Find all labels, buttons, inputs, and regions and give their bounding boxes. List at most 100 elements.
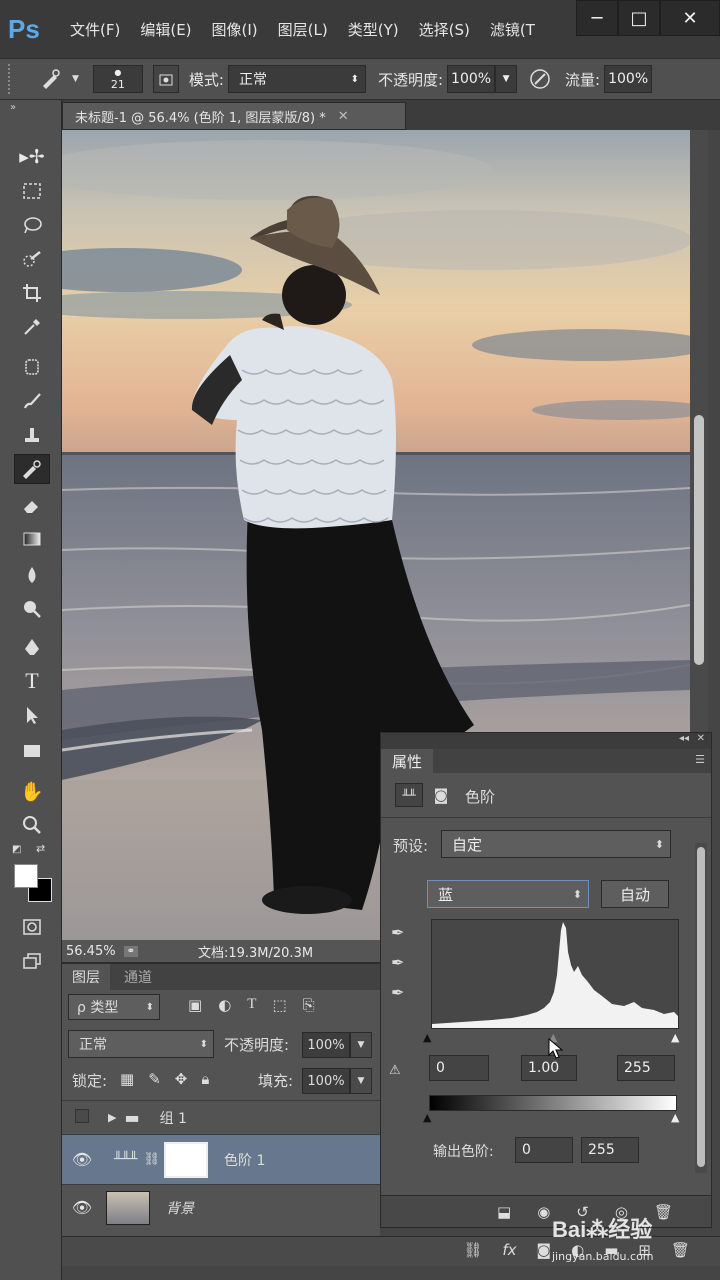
rectangle-tool-icon[interactable] <box>14 736 50 766</box>
blend-mode-select[interactable]: 正常 ⬍ <box>68 1030 214 1058</box>
grip-handle[interactable] <box>8 64 14 94</box>
menu-edit[interactable]: 编辑(E) <box>140 19 191 40</box>
filter-adjustment-icon[interactable]: ◐ <box>218 996 231 1014</box>
screen-mode-icon[interactable] <box>14 946 50 976</box>
quick-select-tool-icon[interactable] <box>14 244 50 274</box>
opacity-dropdown-icon[interactable]: ▼ <box>495 65 518 93</box>
menu-file[interactable]: 文件(F) <box>70 19 120 40</box>
channel-select[interactable]: 蓝 ⬍ <box>427 880 589 908</box>
panel-menu-icon[interactable]: ☰ <box>695 753 705 766</box>
output-black-slider[interactable]: ▲ <box>423 1111 431 1124</box>
close-tab-icon[interactable]: ✕ <box>338 109 349 124</box>
pen-tool-icon[interactable] <box>14 632 50 662</box>
spot-healing-tool-icon[interactable] <box>34 65 68 93</box>
panel-scrollbar-thumb[interactable] <box>697 847 705 1167</box>
preset-select[interactable]: 自定 ⬍ <box>441 830 671 858</box>
black-point-eyedropper-icon[interactable]: ✒ <box>391 923 404 942</box>
marquee-tool-icon[interactable] <box>14 176 50 206</box>
type-tool-icon[interactable]: T <box>14 666 50 696</box>
layer-filter-select[interactable]: ρ 类型 ⬍ <box>68 994 160 1020</box>
healing-brush-tool-icon[interactable] <box>14 352 50 382</box>
output-black-field[interactable]: 0 <box>515 1137 573 1163</box>
visibility-off-box[interactable] <box>62 1108 102 1127</box>
delete-icon[interactable]: 🗑︎ <box>654 1203 673 1221</box>
delete-layer-icon[interactable]: 🗑︎ <box>671 1241 690 1259</box>
panel-scrollbar[interactable] <box>695 843 707 1173</box>
swap-colors-icon[interactable]: ⇄ <box>36 842 45 855</box>
layer-name[interactable]: 组 1 <box>160 1108 187 1128</box>
close-panel-icon[interactable]: ✕ <box>697 733 705 744</box>
opacity-dropdown-icon[interactable]: ▼ <box>350 1032 372 1058</box>
preset-dropdown-arrow[interactable]: ▼ <box>72 74 79 84</box>
lock-transparent-icon[interactable]: ▦ <box>120 1070 134 1088</box>
filter-type-icon[interactable]: T <box>247 996 256 1014</box>
eye-icon[interactable]: 👁︎ <box>62 1150 102 1169</box>
levels-adjustment-icon[interactable]: ╨╨ <box>395 783 423 807</box>
output-white-field[interactable]: 255 <box>581 1137 639 1163</box>
spot-healing-brush-tool-icon[interactable] <box>14 454 50 484</box>
layer-style-icon[interactable]: fx <box>502 1241 516 1259</box>
white-point-eyedropper-icon[interactable]: ✒ <box>391 983 404 1002</box>
layer-row-background[interactable]: 👁︎ 背景 <box>62 1184 380 1230</box>
layer-mask-thumbnail[interactable] <box>164 1141 208 1178</box>
auto-button[interactable]: 自动 <box>601 880 669 908</box>
layer-name[interactable]: 色阶 1 <box>224 1150 265 1170</box>
layer-row-group[interactable]: ▶ ▬ 组 1 <box>62 1100 380 1134</box>
tab-layers[interactable]: 图层 <box>62 964 110 990</box>
menu-type[interactable]: 类型(Y) <box>348 19 399 40</box>
gray-point-eyedropper-icon[interactable]: ✒ <box>391 953 404 972</box>
foreground-color-swatch[interactable] <box>14 864 38 888</box>
mask-icon[interactable]: ◙ <box>429 783 453 807</box>
close-button[interactable]: ✕ <box>660 0 720 36</box>
filter-smartobject-icon[interactable]: ⎘ <box>303 996 315 1014</box>
document-tab[interactable]: 未标题-1 @ 56.4% (色阶 1, 图层蒙版/8) * ✕ <box>62 102 406 130</box>
clone-stamp-tool-icon[interactable] <box>14 420 50 450</box>
blur-tool-icon[interactable] <box>14 560 50 590</box>
input-white-slider[interactable]: ▲ <box>671 1031 679 1044</box>
menu-filter[interactable]: 滤镜(T <box>490 19 535 40</box>
gradient-tool-icon[interactable] <box>14 524 50 554</box>
scrollbar-thumb[interactable] <box>694 415 704 665</box>
minimize-button[interactable]: ─ <box>576 0 618 36</box>
link-layers-icon[interactable]: ⛓︎ <box>463 1241 482 1259</box>
expand-toolbar-icon[interactable]: » <box>10 102 16 113</box>
output-white-slider[interactable]: ▲ <box>671 1111 679 1124</box>
lock-all-icon[interactable]: 🔒︎ <box>201 1070 209 1088</box>
input-white-field[interactable]: 255 <box>617 1055 675 1081</box>
move-tool-icon[interactable]: ▸✢ <box>14 142 50 172</box>
brush-tool-icon[interactable] <box>14 386 50 416</box>
view-previous-icon[interactable]: ◉ <box>537 1203 550 1221</box>
clip-to-layer-icon[interactable]: ⬓ <box>497 1203 511 1221</box>
expand-group-icon[interactable]: ▶ <box>108 1111 116 1124</box>
tab-channels[interactable]: 通道 <box>114 964 162 990</box>
path-selection-tool-icon[interactable] <box>14 700 50 730</box>
menu-select[interactable]: 选择(S) <box>419 19 470 40</box>
opacity-input[interactable]: 100% <box>447 65 496 93</box>
default-colors-icon[interactable]: ◩ <box>12 844 21 855</box>
fill-dropdown-icon[interactable]: ▼ <box>350 1068 372 1094</box>
eraser-tool-icon[interactable] <box>14 490 50 520</box>
layer-row-levels[interactable]: 👁︎ ╨╨╨ ⛓︎ 色阶 1 <box>62 1134 380 1184</box>
lock-position-icon[interactable]: ✥ <box>175 1070 188 1088</box>
clipping-warning-icon[interactable]: ⚠ <box>389 1063 401 1078</box>
tab-properties[interactable]: 属性 <box>381 749 433 773</box>
quick-mask-icon[interactable] <box>14 912 50 942</box>
zoom-level[interactable]: 56.45% <box>66 944 116 959</box>
layer-name[interactable]: 背景 <box>166 1198 194 1218</box>
eyedropper-tool-icon[interactable] <box>14 312 50 342</box>
dodge-tool-icon[interactable] <box>14 594 50 624</box>
zoom-tool-icon[interactable] <box>14 810 50 840</box>
restore-button[interactable]: □ <box>618 0 660 36</box>
crop-tool-icon[interactable] <box>14 278 50 308</box>
input-black-field[interactable]: 0 <box>429 1055 489 1081</box>
mode-select[interactable]: 正常 ⬍ <box>227 65 366 93</box>
lock-image-icon[interactable]: ✎ <box>148 1070 161 1088</box>
mask-link-icon[interactable]: ⛓︎ <box>143 1152 160 1167</box>
hand-tool-icon[interactable]: ✋ <box>14 776 50 806</box>
eye-icon[interactable]: 👁︎ <box>62 1198 102 1217</box>
add-mask-icon[interactable]: ◙ <box>537 1241 552 1259</box>
layer-opacity-input[interactable]: 100% <box>302 1032 350 1058</box>
input-black-slider[interactable]: ▲ <box>423 1031 431 1044</box>
sample-all-icon[interactable] <box>152 65 179 93</box>
filter-pixel-icon[interactable]: ▣ <box>188 996 202 1014</box>
